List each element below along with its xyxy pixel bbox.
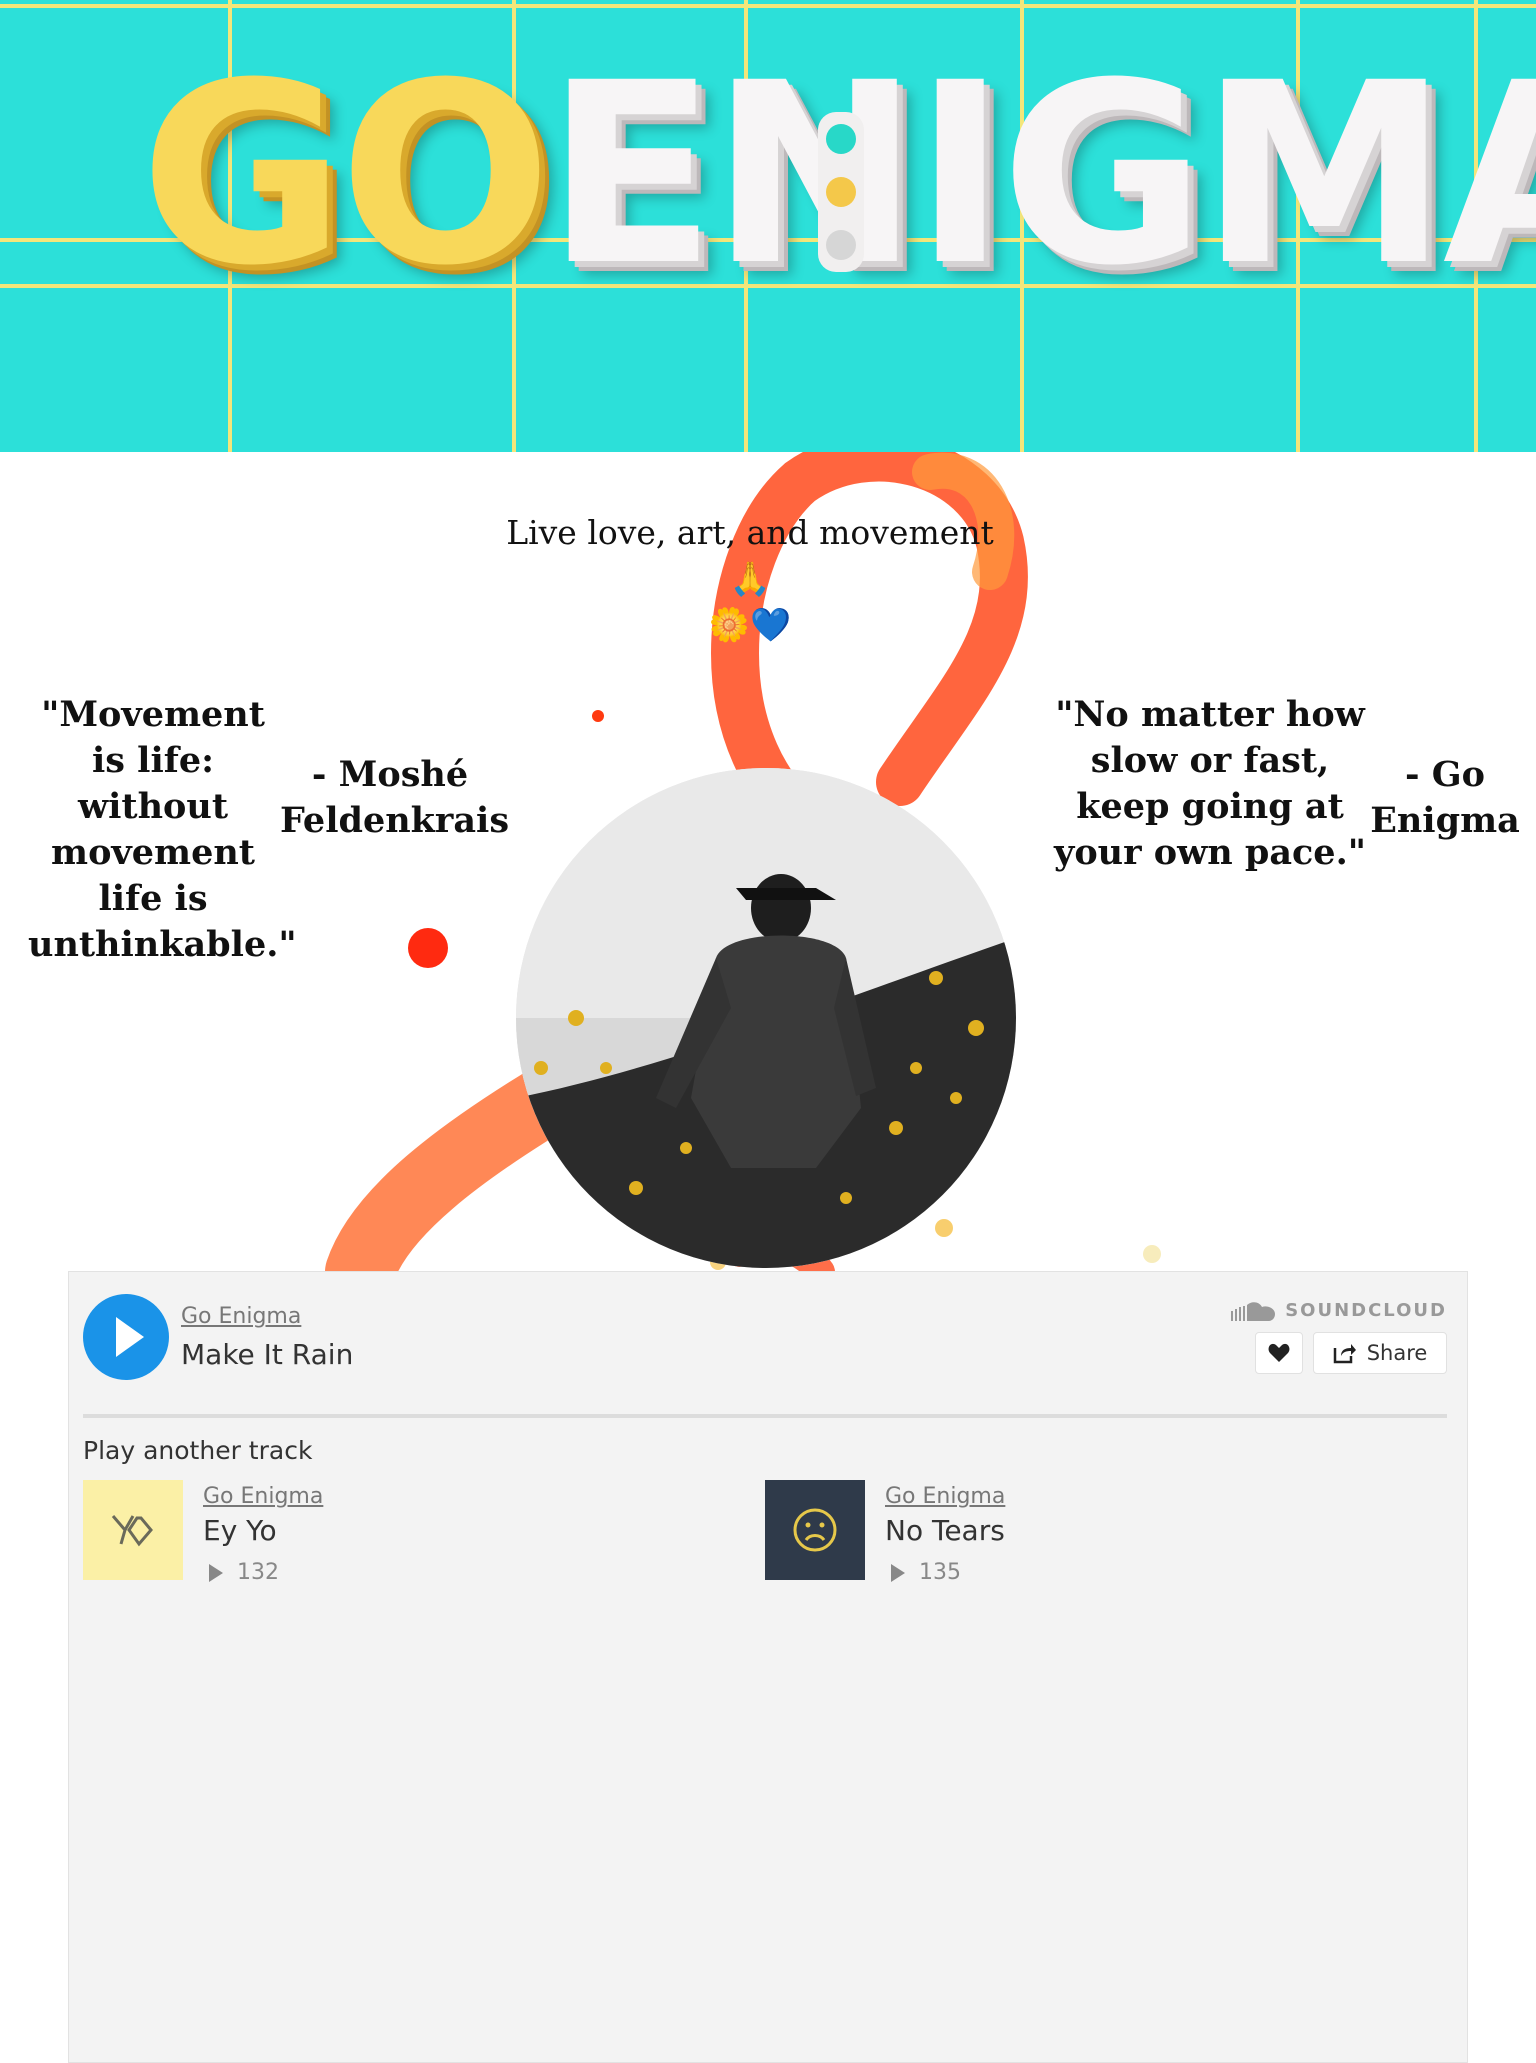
play-count-value: 135 <box>919 1560 961 1585</box>
quote-left: "Movement is life: without movement life… <box>28 694 297 965</box>
quote-right-attribution: - Go Enigma <box>1370 754 1520 841</box>
track-play-count: 135 <box>891 1560 961 1585</box>
track-title-link[interactable]: Ey Yo <box>203 1514 277 1547</box>
quote-right: "No matter how slow or fast, keep going … <box>1053 694 1366 873</box>
quote-left-attribution: - Moshé Feldenkrais <box>280 754 510 841</box>
tagline: Live love, art, and movement 🙏 🌼💙 <box>500 510 1000 648</box>
related-track-no-tears[interactable]: Go Enigma No Tears 135 <box>765 1480 1365 1585</box>
sad-face-icon <box>793 1508 837 1552</box>
share-icon <box>1333 1344 1356 1364</box>
heart-icon <box>1268 1343 1290 1362</box>
man-in-field-image <box>516 768 1016 1268</box>
soundcloud-brand-text: SOUNDCLOUD <box>1285 1300 1447 1321</box>
play-count-icon <box>891 1563 905 1582</box>
soundcloud-cloud-icon <box>1231 1301 1276 1321</box>
track-artwork[interactable] <box>83 1480 183 1580</box>
track-play-count: 132 <box>209 1560 279 1585</box>
play-button[interactable] <box>83 1294 169 1380</box>
traffic-light-off <box>826 230 856 261</box>
like-button[interactable] <box>1255 1332 1303 1374</box>
play-count-icon <box>209 1563 223 1582</box>
play-another-label: Play another track <box>83 1436 313 1465</box>
yo-logo-icon <box>111 1515 153 1547</box>
track-artist-link[interactable]: Go Enigma <box>885 1484 1005 1509</box>
profile-photo <box>516 768 1016 1268</box>
tagline-text: Live love, art, and movement 🙏 <box>506 513 994 598</box>
track-title-link[interactable]: No Tears <box>885 1514 1005 1547</box>
play-count-value: 132 <box>237 1560 279 1585</box>
tagline-emojis: 🌼💙 <box>708 605 792 644</box>
related-track-ey-yo[interactable]: Go Enigma Ey Yo 132 <box>83 1480 683 1585</box>
divider <box>83 1414 1447 1418</box>
soundcloud-logo[interactable]: SOUNDCLOUD <box>1231 1300 1447 1321</box>
artist-link[interactable]: Go Enigma <box>181 1304 301 1329</box>
logo-go-text: GO <box>140 29 552 320</box>
header-banner: GO ENIGMA <box>0 0 1536 452</box>
traffic-light-yellow <box>826 176 856 207</box>
play-icon <box>116 1317 144 1357</box>
traffic-light-icon <box>818 112 864 272</box>
logo-enigma-text: ENIGMA <box>545 29 1536 320</box>
soundcloud-player: Go Enigma Make It Rain SOUNDCLOUD Share … <box>68 1271 1468 2063</box>
share-label: Share <box>1366 1341 1428 1365</box>
hero-section: Live love, art, and movement 🙏 🌼💙 "Movem… <box>0 452 1536 1272</box>
track-title[interactable]: Make It Rain <box>181 1338 353 1371</box>
share-button[interactable]: Share <box>1313 1332 1447 1374</box>
traffic-light-teal <box>826 123 856 154</box>
track-artwork[interactable] <box>765 1480 865 1580</box>
track-artist-link[interactable]: Go Enigma <box>203 1484 323 1509</box>
